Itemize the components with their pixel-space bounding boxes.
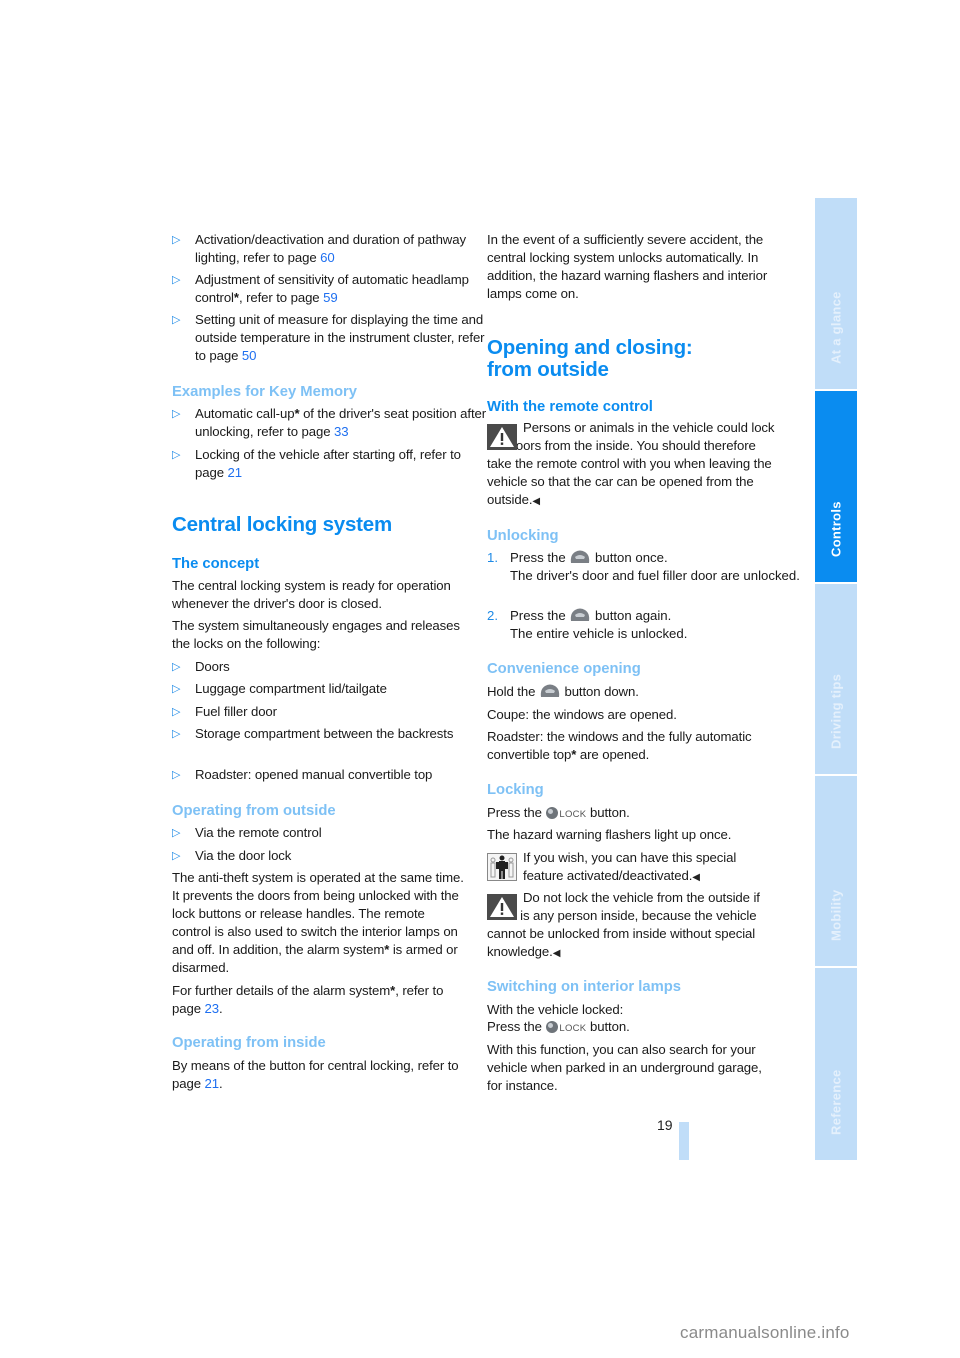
bullet-triangle-icon: ▷ [172,827,181,839]
heading-operating-outside: Operating from outside [172,803,336,819]
page-link[interactable]: 23 [205,1001,220,1016]
list-item: ▷ Roadster: opened manual convertible top [172,767,433,782]
bullet-triangle-icon: ▷ [172,728,181,740]
service-person-icon [487,853,517,881]
bullet-triangle-icon: ▷ [172,314,181,326]
heading-remote-control: With the remote control [487,399,653,415]
end-mark-icon: ◀ [552,948,561,959]
anti-theft-paragraph: The anti-theft system is operated at the… [172,870,464,975]
convenience-paragraph-3: Roadster: the windows and the fully auto… [487,729,752,762]
heading-operating-inside: Operating from inside [172,1035,326,1051]
tab-driving-tips[interactable]: Driving tips [815,584,857,774]
bullet-unit-of-measure: ▷ Setting unit of measure for displaying… [172,312,485,363]
list-item: ▷ Luggage compartment lid/tailgate [172,681,387,696]
operating-inside-paragraph: By means of the button for central locki… [172,1058,459,1091]
page-link[interactable]: 60 [320,250,335,265]
list-item: ▷ Via the remote control [172,825,322,840]
bullet-triangle-icon: ▷ [172,683,181,695]
end-mark-icon: ◀ [532,496,540,507]
bullet-triangle-icon: ▷ [172,274,181,286]
bullet-triangle-icon: ▷ [172,769,181,781]
page-link[interactable]: 59 [323,290,338,305]
warning-triangle-icon [487,424,517,450]
interior-lamps-paragraph-2: Press the LOCK button. [487,1019,630,1034]
bullet-triangle-icon: ▷ [172,706,181,718]
heading-central-locking: Central locking system [172,513,393,536]
list-item: ▷ Storage compartment between the backres… [172,726,454,741]
heading-interior-lamps: Switching on interior lamps [487,979,682,995]
heading-locking: Locking [487,782,544,798]
unlock-button-car-icon [571,608,590,621]
heading-the-concept: The concept [172,556,260,572]
lock-label: LOCK [559,1023,587,1034]
bullet-locking-after-starting: ▷ Locking of the vehicle after starting … [172,447,461,480]
bullet-pathway-lighting: ▷ Activation/deactivation and duration o… [172,232,466,265]
convenience-paragraph-2: Coupe: the windows are opened. [487,707,677,722]
tab-controls[interactable]: Controls [815,391,857,582]
unlock-button-car-icon [571,550,590,563]
accident-paragraph: In the event of a sufficiently severe ac… [487,232,768,301]
bullet-seat-position: ▷ Automatic call-up* of the driver's sea… [172,406,487,439]
bullet-triangle-icon: ▷ [172,661,181,673]
heading-key-memory: Examples for Key Memory [172,384,358,400]
bullet-triangle-icon: ▷ [172,449,181,461]
tab-reference[interactable]: Reference [815,968,857,1160]
heading-convenience-opening: Convenience opening [487,661,641,677]
end-mark-icon: ◀ [692,872,700,883]
bullet-triangle-icon: ▷ [172,234,181,246]
warning-remote-control: Persons or animals in the vehicle could … [487,420,775,507]
lock-label: LOCK [559,809,587,820]
step-2: 2. Press the button again. The entire ve… [487,608,688,641]
list-item: ▷ Fuel filler door [172,704,277,719]
concept-paragraph-1: The central locking system is ready for … [172,578,451,611]
concept-paragraph-2: The system simultaneously engages and re… [172,618,460,651]
bullet-headlamp-sensitivity: ▷ Adjustment of sensitivity of automatic… [172,272,469,305]
page-link[interactable]: 33 [334,424,349,439]
tab-at-a-glance[interactable]: At a glance [815,198,857,389]
warning-person-inside: Do not lock the vehicle from the outside… [487,890,760,959]
heading-opening-closing: Opening and closing: from outside [487,336,693,381]
locking-paragraph-1: Press the LOCK button. [487,805,630,820]
watermark[interactable]: carmanualsonline.info [680,1323,850,1343]
heading-unlocking: Unlocking [487,528,559,544]
list-item: ▷ Doors [172,659,230,674]
page-number-bar [679,1122,689,1160]
page-link[interactable]: 50 [242,348,257,363]
bullet-triangle-icon: ▷ [172,408,181,420]
warning-triangle-icon [487,894,517,920]
convenience-paragraph-1: Hold the button down. [487,684,639,699]
list-item: ▷ Via the door lock [172,848,292,863]
lock-button-icon [546,807,559,819]
locking-paragraph-2: The hazard warning flashers light up onc… [487,827,732,842]
interior-lamps-paragraph-1: With the vehicle locked: [487,1002,624,1017]
interior-lamps-paragraph-3: With this function, you can also search … [487,1042,762,1093]
alarm-details-paragraph: For further details of the alarm system*… [172,983,444,1016]
page-number: 19 [657,1117,673,1133]
tab-mobility[interactable]: Mobility [815,776,857,966]
step-1: 1. Press the button once. The driver's d… [487,550,800,583]
page-link[interactable]: 21 [228,465,243,480]
unlock-button-car-icon [540,684,560,697]
note-special-feature: If you wish, you can have this special f… [487,849,779,887]
lock-button-icon [546,1021,559,1033]
page-link[interactable]: 21 [205,1076,220,1091]
bullet-triangle-icon: ▷ [172,850,181,862]
